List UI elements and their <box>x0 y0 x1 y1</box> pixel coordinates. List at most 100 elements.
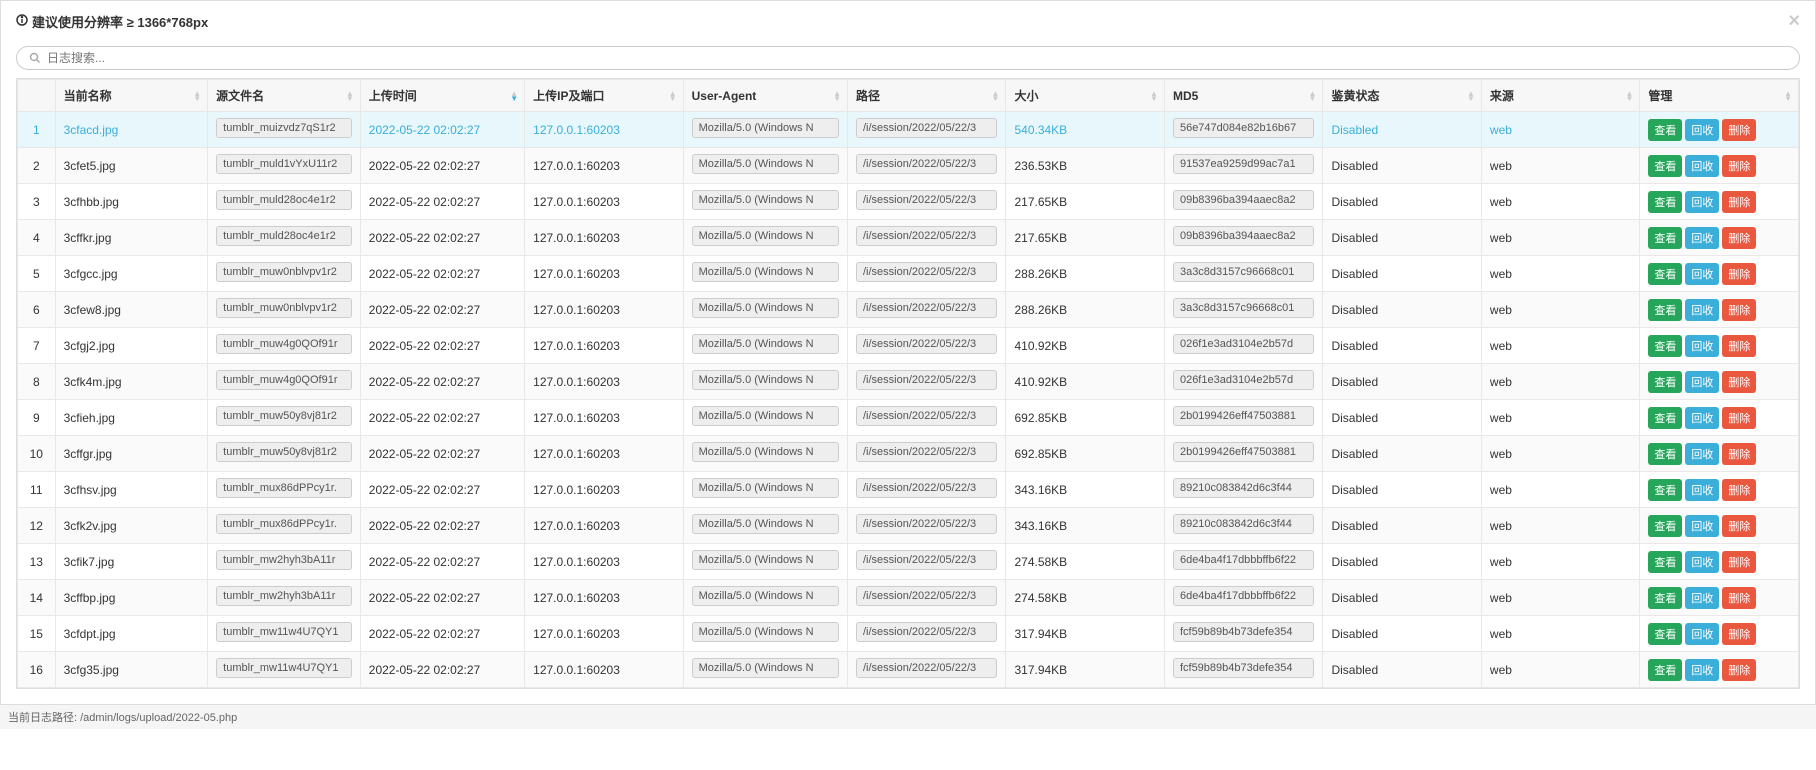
cell-src[interactable]: tumblr_muw4g0QOf91r <box>208 328 361 364</box>
delete-button[interactable]: 删除 <box>1722 371 1756 393</box>
col-header-md5[interactable]: MD5▲▼ <box>1164 80 1322 112</box>
col-header-size[interactable]: 大小▲▼ <box>1006 80 1164 112</box>
col-header-yellow[interactable]: 鉴黄状态▲▼ <box>1323 80 1481 112</box>
table-row[interactable]: 123cfk2v.jpgtumblr_mux86dPPcy1r.2022-05-… <box>18 508 1799 544</box>
view-button[interactable]: 查看 <box>1648 263 1682 285</box>
recycle-button[interactable]: 回收 <box>1685 659 1719 681</box>
delete-button[interactable]: 删除 <box>1722 479 1756 501</box>
table-row[interactable]: 73cfgj2.jpgtumblr_muw4g0QOf91r2022-05-22… <box>18 328 1799 364</box>
sort-icon[interactable]: ▲▼ <box>669 91 677 101</box>
cell-md5[interactable]: 026f1e3ad3104e2b57d <box>1164 364 1322 400</box>
recycle-button[interactable]: 回收 <box>1685 551 1719 573</box>
table-row[interactable]: 103cffgr.jpgtumblr_muw50y8vj81r22022-05-… <box>18 436 1799 472</box>
view-button[interactable]: 查看 <box>1648 155 1682 177</box>
cell-path[interactable]: /i/session/2022/05/22/3 <box>847 112 1005 148</box>
table-row[interactable]: 113cfhsv.jpgtumblr_mux86dPPcy1r.2022-05-… <box>18 472 1799 508</box>
delete-button[interactable]: 删除 <box>1722 119 1756 141</box>
cell-name[interactable]: 3cfdpt.jpg <box>55 616 208 652</box>
cell-name[interactable]: 3cfk4m.jpg <box>55 364 208 400</box>
col-header-index[interactable] <box>18 80 56 112</box>
cell-ua[interactable]: Mozilla/5.0 (Windows N <box>683 472 847 508</box>
sort-icon[interactable]: ▲▼ <box>193 91 201 101</box>
cell-name[interactable]: 3cfgcc.jpg <box>55 256 208 292</box>
col-header-ip[interactable]: 上传IP及端口▲▼ <box>525 80 683 112</box>
cell-md5[interactable]: 89210c083842d6c3f44 <box>1164 472 1322 508</box>
recycle-button[interactable]: 回收 <box>1685 335 1719 357</box>
cell-name[interactable]: 3cfhbb.jpg <box>55 184 208 220</box>
delete-button[interactable]: 删除 <box>1722 407 1756 429</box>
cell-path[interactable]: /i/session/2022/05/22/3 <box>847 436 1005 472</box>
cell-ua[interactable]: Mozilla/5.0 (Windows N <box>683 364 847 400</box>
sort-icon[interactable]: ▲▼ <box>1784 91 1792 101</box>
close-button[interactable]: × <box>1788 11 1800 31</box>
table-row[interactable]: 133cfik7.jpgtumblr_mw2hyh3bA11r2022-05-2… <box>18 544 1799 580</box>
view-button[interactable]: 查看 <box>1648 299 1682 321</box>
cell-ua[interactable]: Mozilla/5.0 (Windows N <box>683 436 847 472</box>
cell-ua[interactable]: Mozilla/5.0 (Windows N <box>683 184 847 220</box>
cell-ua[interactable]: Mozilla/5.0 (Windows N <box>683 580 847 616</box>
cell-path[interactable]: /i/session/2022/05/22/3 <box>847 472 1005 508</box>
cell-path[interactable]: /i/session/2022/05/22/3 <box>847 400 1005 436</box>
col-header-time[interactable]: 上传时间▲▼ <box>360 80 524 112</box>
view-button[interactable]: 查看 <box>1648 551 1682 573</box>
table-row[interactable]: 33cfhbb.jpgtumblr_muld28oc4e1r22022-05-2… <box>18 184 1799 220</box>
delete-button[interactable]: 删除 <box>1722 335 1756 357</box>
cell-path[interactable]: /i/session/2022/05/22/3 <box>847 652 1005 688</box>
recycle-button[interactable]: 回收 <box>1685 263 1719 285</box>
delete-button[interactable]: 删除 <box>1722 587 1756 609</box>
cell-src[interactable]: tumblr_muld1vYxU11r2 <box>208 148 361 184</box>
cell-md5[interactable]: fcf59b89b4b73defe354 <box>1164 616 1322 652</box>
col-header-ua[interactable]: User-Agent▲▼ <box>683 80 847 112</box>
cell-ua[interactable]: Mozilla/5.0 (Windows N <box>683 616 847 652</box>
cell-md5[interactable]: 3a3c8d3157c96668c01 <box>1164 256 1322 292</box>
view-button[interactable]: 查看 <box>1648 335 1682 357</box>
sort-icon[interactable]: ▲▼ <box>992 91 1000 101</box>
cell-name[interactable]: 3cfk2v.jpg <box>55 508 208 544</box>
cell-ua[interactable]: Mozilla/5.0 (Windows N <box>683 292 847 328</box>
table-row[interactable]: 153cfdpt.jpgtumblr_mw11w4U7QY12022-05-22… <box>18 616 1799 652</box>
cell-name[interactable]: 3cfew8.jpg <box>55 292 208 328</box>
cell-name[interactable]: 3cfik7.jpg <box>55 544 208 580</box>
cell-src[interactable]: tumblr_muw50y8vj81r2 <box>208 436 361 472</box>
cell-path[interactable]: /i/session/2022/05/22/3 <box>847 328 1005 364</box>
recycle-button[interactable]: 回收 <box>1685 623 1719 645</box>
cell-name[interactable]: 3cffgr.jpg <box>55 436 208 472</box>
cell-src[interactable]: tumblr_mux86dPPcy1r. <box>208 508 361 544</box>
sort-icon[interactable]: ▲▼ <box>1467 91 1475 101</box>
cell-src[interactable]: tumblr_muld28oc4e1r2 <box>208 184 361 220</box>
col-header-source[interactable]: 来源▲▼ <box>1481 80 1639 112</box>
cell-src[interactable]: tumblr_mux86dPPcy1r. <box>208 472 361 508</box>
cell-name[interactable]: 3cfieh.jpg <box>55 400 208 436</box>
table-row[interactable]: 93cfieh.jpgtumblr_muw50y8vj81r22022-05-2… <box>18 400 1799 436</box>
table-row[interactable]: 143cffbp.jpgtumblr_mw2hyh3bA11r2022-05-2… <box>18 580 1799 616</box>
delete-button[interactable]: 删除 <box>1722 659 1756 681</box>
delete-button[interactable]: 删除 <box>1722 551 1756 573</box>
cell-path[interactable]: /i/session/2022/05/22/3 <box>847 508 1005 544</box>
cell-ua[interactable]: Mozilla/5.0 (Windows N <box>683 148 847 184</box>
cell-ua[interactable]: Mozilla/5.0 (Windows N <box>683 652 847 688</box>
view-button[interactable]: 查看 <box>1648 587 1682 609</box>
cell-path[interactable]: /i/session/2022/05/22/3 <box>847 256 1005 292</box>
delete-button[interactable]: 删除 <box>1722 515 1756 537</box>
sort-icon[interactable]: ▲▼ <box>1309 91 1317 101</box>
delete-button[interactable]: 删除 <box>1722 227 1756 249</box>
cell-md5[interactable]: 09b8396ba394aaec8a2 <box>1164 184 1322 220</box>
recycle-button[interactable]: 回收 <box>1685 407 1719 429</box>
cell-src[interactable]: tumblr_mw11w4U7QY1 <box>208 652 361 688</box>
cell-name[interactable]: 3cfacd.jpg <box>55 112 208 148</box>
cell-md5[interactable]: fcf59b89b4b73defe354 <box>1164 652 1322 688</box>
recycle-button[interactable]: 回收 <box>1685 191 1719 213</box>
recycle-button[interactable]: 回收 <box>1685 155 1719 177</box>
table-row[interactable]: 43cffkr.jpgtumblr_muld28oc4e1r22022-05-2… <box>18 220 1799 256</box>
view-button[interactable]: 查看 <box>1648 371 1682 393</box>
cell-path[interactable]: /i/session/2022/05/22/3 <box>847 184 1005 220</box>
cell-md5[interactable]: 56e747d084e82b16b67 <box>1164 112 1322 148</box>
cell-ua[interactable]: Mozilla/5.0 (Windows N <box>683 112 847 148</box>
cell-ua[interactable]: Mozilla/5.0 (Windows N <box>683 544 847 580</box>
sort-icon[interactable]: ▲▼ <box>833 91 841 101</box>
cell-path[interactable]: /i/session/2022/05/22/3 <box>847 148 1005 184</box>
table-row[interactable]: 63cfew8.jpgtumblr_muw0nblvpv1r22022-05-2… <box>18 292 1799 328</box>
cell-src[interactable]: tumblr_muw4g0QOf91r <box>208 364 361 400</box>
view-button[interactable]: 查看 <box>1648 623 1682 645</box>
cell-name[interactable]: 3cfet5.jpg <box>55 148 208 184</box>
